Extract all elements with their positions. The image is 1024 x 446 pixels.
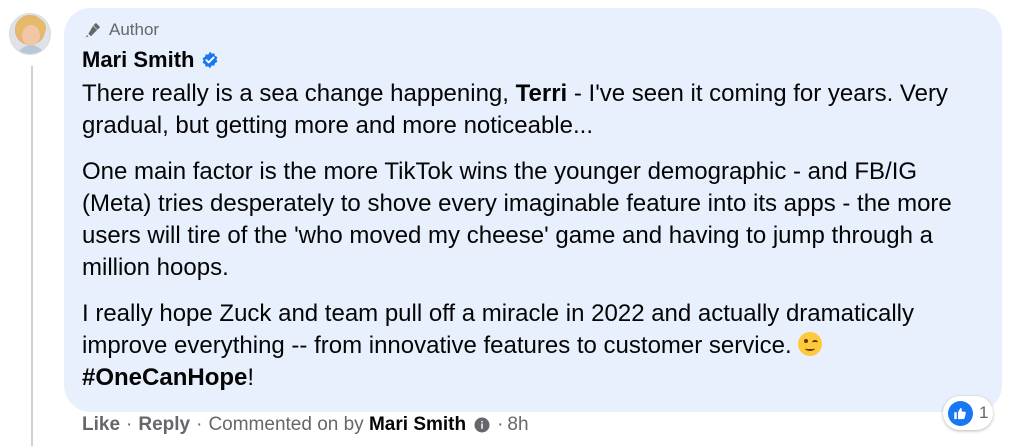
winking-face-icon — [798, 332, 823, 356]
like-action[interactable]: Like — [82, 414, 120, 436]
separator-dot: · — [126, 414, 133, 435]
author-badge: Author — [83, 20, 159, 40]
commented-on-by-label: Commented on by — [208, 414, 364, 435]
thumbs-up-glyph-icon — [954, 407, 966, 419]
microphone-icon — [85, 22, 101, 38]
mention-link[interactable]: Terri — [516, 80, 568, 107]
reaction-count: 1 — [979, 403, 989, 422]
comment-paragraph-3: I really hope Zuck and team pull off a m… — [82, 298, 987, 394]
comment-paragraph-1-start: There really is a sea change happening, — [82, 80, 516, 107]
avatar-face — [22, 25, 40, 46]
verified-badge-icon — [203, 51, 218, 69]
exclamation-text: ! — [247, 364, 255, 391]
reaction-summary[interactable]: 1 — [943, 396, 994, 430]
comment-actions: Like · Reply · Commented on by Mari Smit… — [82, 414, 529, 436]
avatar-body — [17, 45, 45, 54]
comment-author-name[interactable]: Mari Smith — [82, 47, 220, 73]
comment-body: There really is a sea change happening, … — [82, 78, 987, 408]
commented-by-name[interactable]: Mari Smith — [369, 414, 466, 436]
comment-paragraph-3-text: I really hope Zuck and team pull off a m… — [82, 300, 914, 359]
comment-thread-line — [31, 66, 33, 446]
reply-action[interactable]: Reply — [138, 414, 190, 436]
comment-author-text[interactable]: Mari Smith — [82, 47, 194, 73]
comment-paragraph-1: There really is a sea change happening, … — [82, 78, 987, 142]
separator-dot: · — [497, 414, 504, 435]
comment-paragraph-2: One main factor is the more TikTok wins … — [82, 158, 952, 281]
author-badge-label: Author — [109, 20, 160, 39]
info-icon[interactable] — [473, 416, 491, 434]
thumbs-up-icon — [948, 400, 973, 426]
timestamp[interactable]: 8h — [507, 414, 528, 436]
separator-dot: · — [196, 414, 203, 435]
avatar[interactable] — [9, 13, 51, 55]
hashtag-link[interactable]: #OneCanHope — [82, 364, 247, 391]
